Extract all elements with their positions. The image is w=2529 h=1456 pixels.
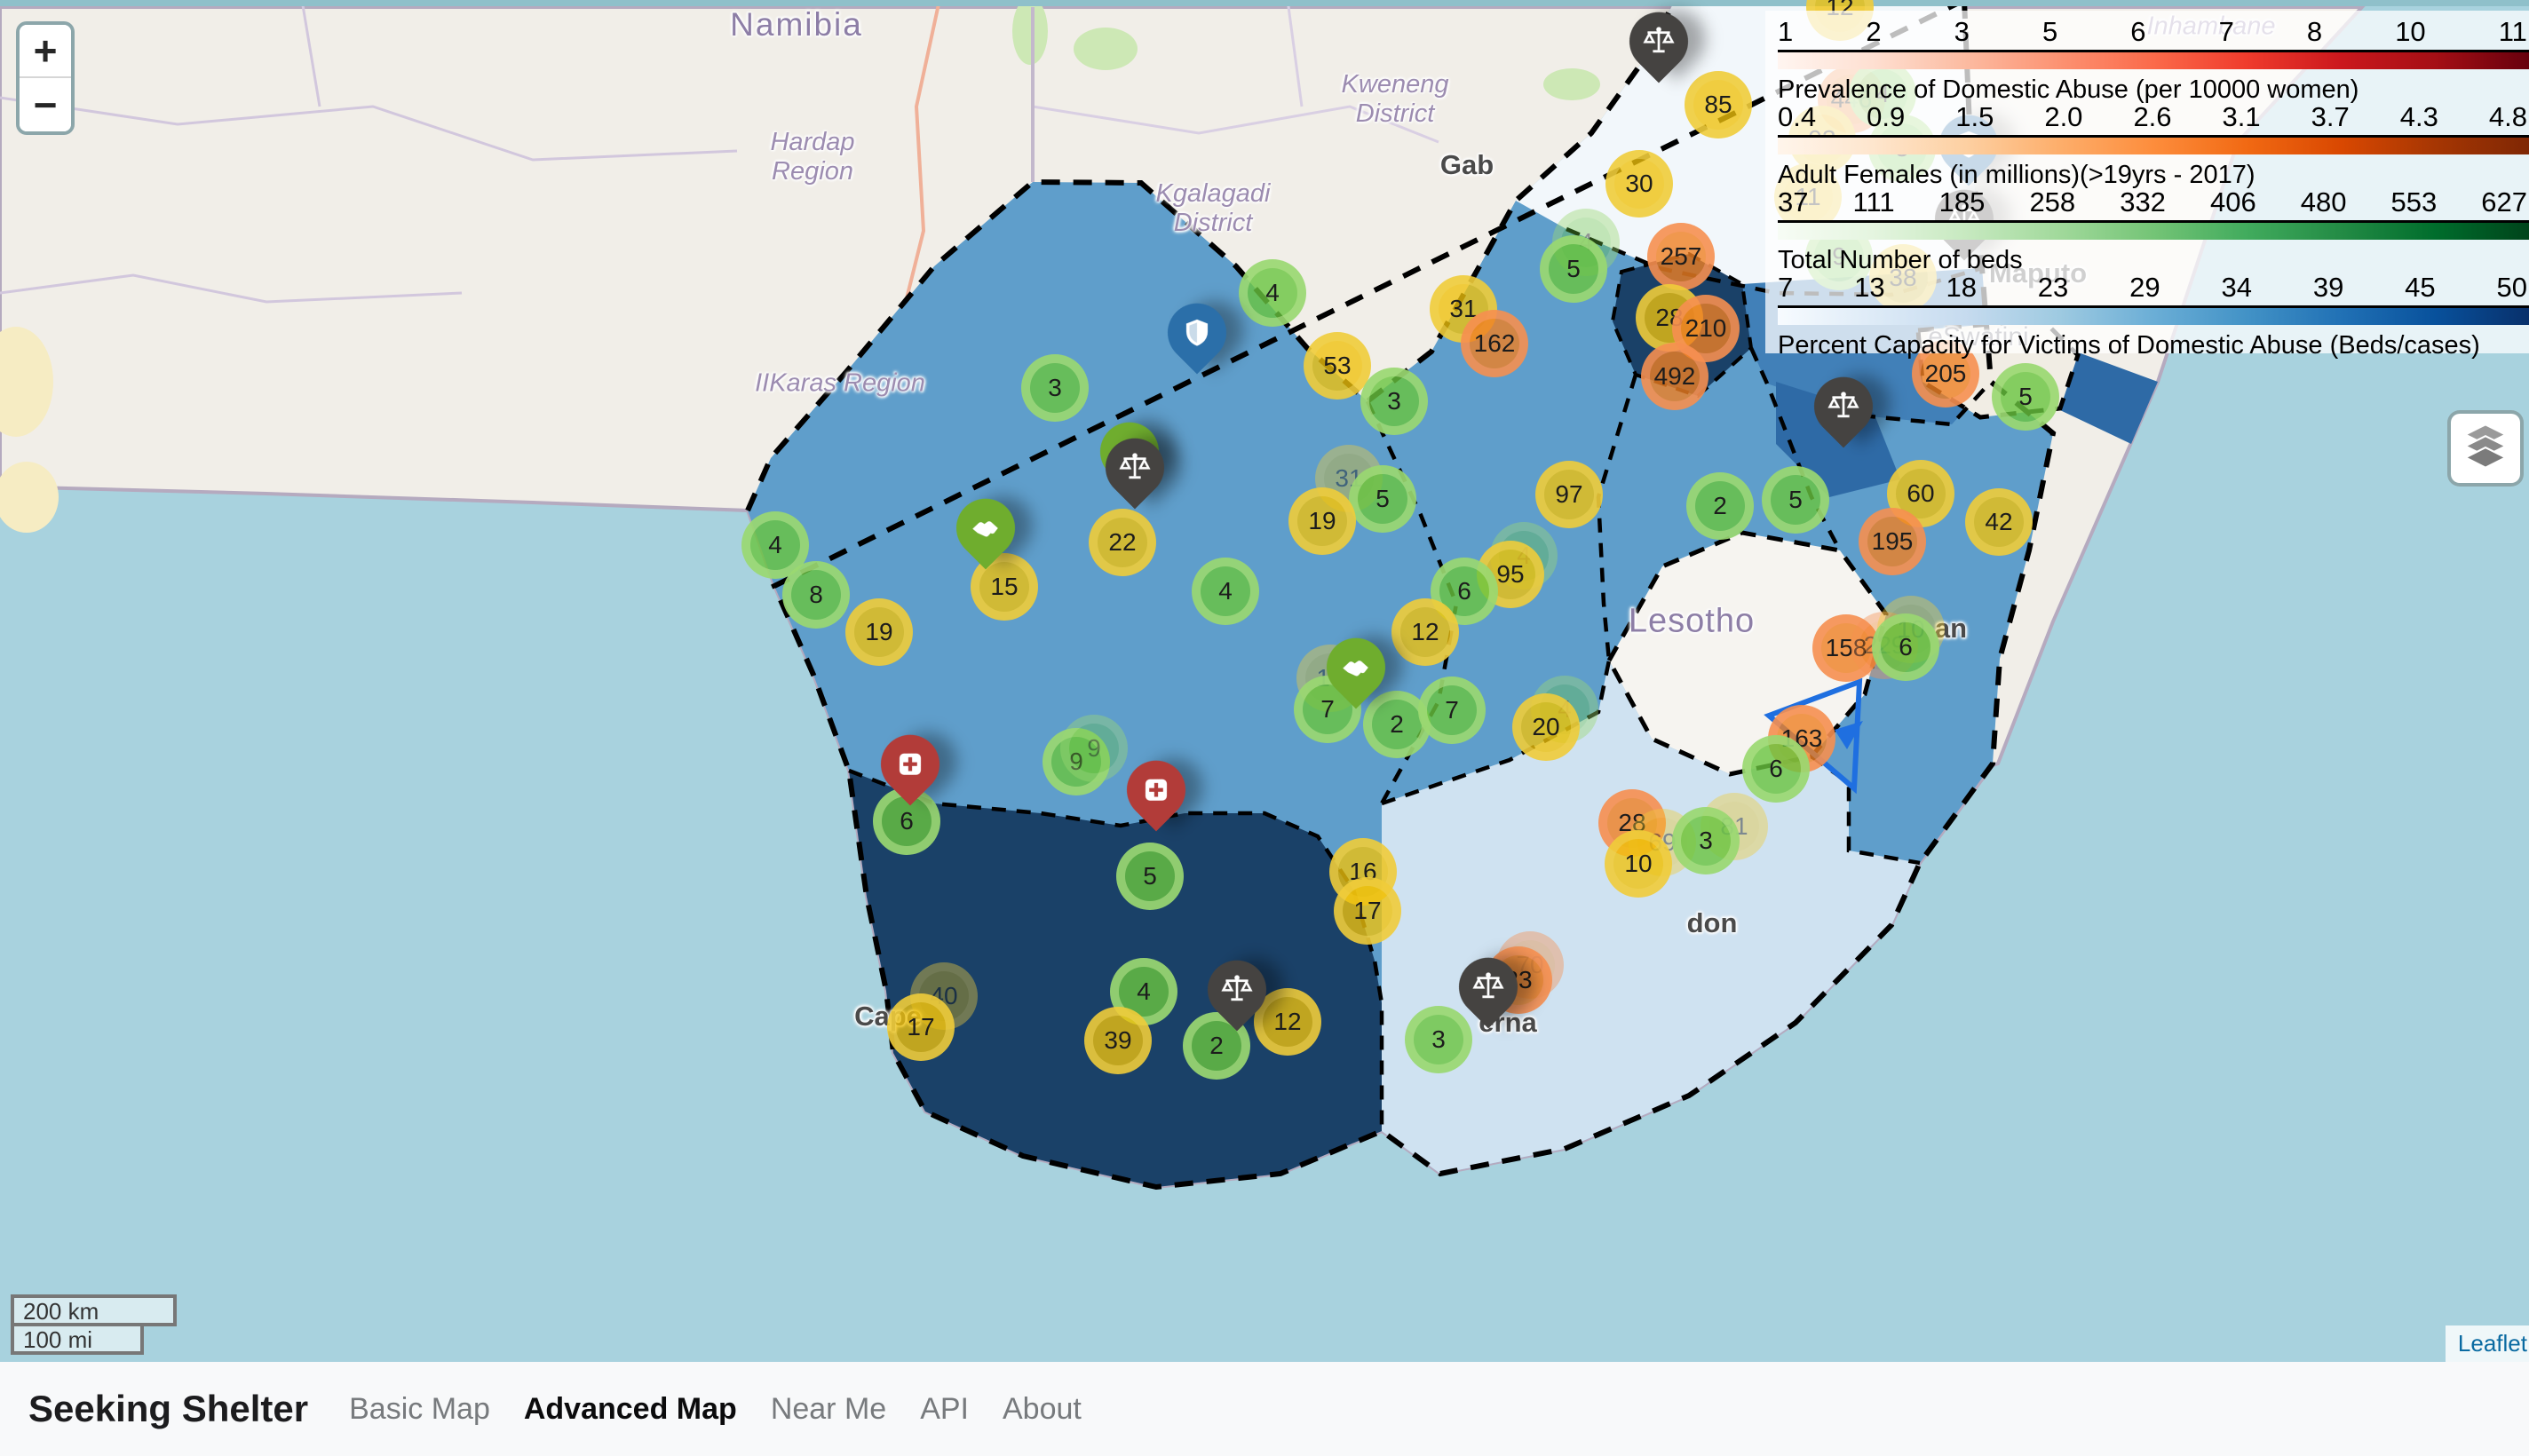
hands-icon <box>956 499 1015 558</box>
scale-km: 200 km <box>11 1294 177 1326</box>
nav-links: Basic Map Advanced Map Near Me API About <box>349 1392 1082 1427</box>
brand-title: Seeking Shelter <box>28 1388 308 1430</box>
zoom-in-button[interactable]: + <box>20 25 71 78</box>
legend-tick: 4.3 <box>2400 101 2438 133</box>
legend-row: 37111185258332406480553627Total Number o… <box>1778 186 2529 272</box>
nav-link-near-me[interactable]: Near Me <box>771 1392 886 1427</box>
legend-tick: 2.0 <box>2044 101 2082 133</box>
legend-gradient-bar <box>1778 220 2529 240</box>
legend-tick: 3.7 <box>2311 101 2350 133</box>
scales-pin-marker[interactable] <box>1617 0 1700 83</box>
legend-gradient-bar <box>1778 135 2529 154</box>
legend-tick: 3.1 <box>2223 101 2261 133</box>
app-window: NamibiaHardap RegionIIKaras RegionKwenen… <box>0 0 2529 1456</box>
legend-tick: 627 <box>2481 186 2527 218</box>
legend-tick: 3 <box>1954 16 1970 48</box>
legend-tick: 50 <box>2497 272 2527 304</box>
nav-link-api[interactable]: API <box>920 1392 969 1427</box>
nav-link-advanced-map[interactable]: Advanced Map <box>524 1392 737 1427</box>
legend-tick: 480 <box>2301 186 2347 218</box>
medical-pin-marker[interactable] <box>868 723 951 805</box>
bottom-navbar: Seeking Shelter Basic Map Advanced Map Nea… <box>0 1362 2529 1456</box>
scales-icon <box>1459 958 1518 1017</box>
legend-tick: 7 <box>2219 16 2234 48</box>
scales-pin-marker[interactable] <box>1093 426 1176 509</box>
shield-icon <box>1168 304 1226 362</box>
legend-gradient-bar <box>1778 305 2529 325</box>
legend-tick: 406 <box>2210 186 2256 218</box>
nav-link-basic-map[interactable]: Basic Map <box>349 1392 490 1427</box>
legend-tick: 2.6 <box>2133 101 2171 133</box>
zoom-out-button[interactable]: − <box>20 78 71 131</box>
scale-mi: 100 mi <box>11 1323 144 1355</box>
legend-tick: 553 <box>2391 186 2438 218</box>
legend-tick: 0.4 <box>1778 101 1816 133</box>
scales-pin-marker[interactable] <box>1195 948 1278 1031</box>
nav-link-about[interactable]: About <box>1003 1392 1082 1427</box>
map-attribution[interactable]: Leaflet <box>2446 1325 2529 1362</box>
legend-ticks: 37 111 185 258 332 406 480 553 627 <box>1778 186 2529 218</box>
legend-ticks: 1 2 3 5 6 7 8 10 11 <box>1778 16 2529 48</box>
legend-tick: 7 <box>1778 272 1793 304</box>
legend-row: 12356781011Prevalence of Domestic Abuse … <box>1778 16 2529 101</box>
legend-tick: 29 <box>2129 272 2160 304</box>
scale-bar: 200 km 100 mi <box>11 1294 177 1355</box>
scales-icon <box>1106 439 1164 497</box>
legend-tick: 258 <box>2029 186 2075 218</box>
legend-ticks: 7 13 18 23 29 34 39 45 50 <box>1778 272 2529 304</box>
legend-tick: 2 <box>1866 16 1881 48</box>
legend-tick: 34 <box>2221 272 2251 304</box>
legend-tick: 8 <box>2307 16 2322 48</box>
legend-tick: 111 <box>1853 186 1895 218</box>
layers-icon <box>2462 422 2509 476</box>
legend-tick: 11 <box>2499 16 2527 48</box>
medical-icon <box>1127 761 1185 819</box>
hands-icon <box>1327 638 1385 697</box>
legend-tick: 45 <box>2405 272 2435 304</box>
legend-tick: 5 <box>2042 16 2057 48</box>
legend-tick: 18 <box>1946 272 1976 304</box>
hands-pin-marker[interactable] <box>1314 626 1397 708</box>
scales-icon <box>1814 377 1873 436</box>
zoom-control: + − <box>16 21 75 135</box>
legend-tick: 4.8 <box>2489 101 2527 133</box>
shield-pin-marker[interactable] <box>1155 291 1238 374</box>
legend-tick: 1.5 <box>1955 101 1994 133</box>
scales-icon <box>1208 961 1266 1019</box>
legend-tick: 39 <box>2313 272 2343 304</box>
legend-ticks: 0.4 0.9 1.5 2.0 2.6 3.1 3.7 4.3 4.8 <box>1778 101 2529 133</box>
medical-icon <box>881 735 939 794</box>
map-canvas[interactable]: NamibiaHardap RegionIIKaras RegionKwenen… <box>0 0 2529 1362</box>
legend-tick: 185 <box>1939 186 1986 218</box>
medical-pin-marker[interactable] <box>1114 748 1197 831</box>
scales-icon <box>1629 12 1688 71</box>
legend-tick: 37 <box>1778 186 1808 218</box>
legend-tick: 23 <box>2038 272 2068 304</box>
legend-caption: Percent Capacity for Victims of Domestic… <box>1778 331 2529 360</box>
layers-control-button[interactable] <box>2447 410 2524 487</box>
legend-row: 7 13 18 23 29 34 39 45 50 Percent Capacity for Vi… <box>1778 272 2529 357</box>
legend-tick: 1 <box>1778 16 1793 48</box>
scales-pin-marker[interactable] <box>1447 946 1529 1028</box>
scales-pin-marker[interactable] <box>1802 365 1884 447</box>
legend-tick: 0.9 <box>1867 101 1905 133</box>
hands-pin-marker[interactable] <box>944 487 1027 569</box>
legend-gradient-bar <box>1778 50 2529 69</box>
legend-row: 0.40.91.52.02.63.13.74.34.8Adult Females… <box>1778 101 2529 186</box>
legend-tick: 13 <box>1854 272 1884 304</box>
legend-tick: 332 <box>2120 186 2166 218</box>
legend-tick: 6 <box>2130 16 2145 48</box>
legend-tick: 10 <box>2395 16 2425 48</box>
legend-panel: 12356781011Prevalence of Domestic Abuse … <box>1765 11 2529 353</box>
